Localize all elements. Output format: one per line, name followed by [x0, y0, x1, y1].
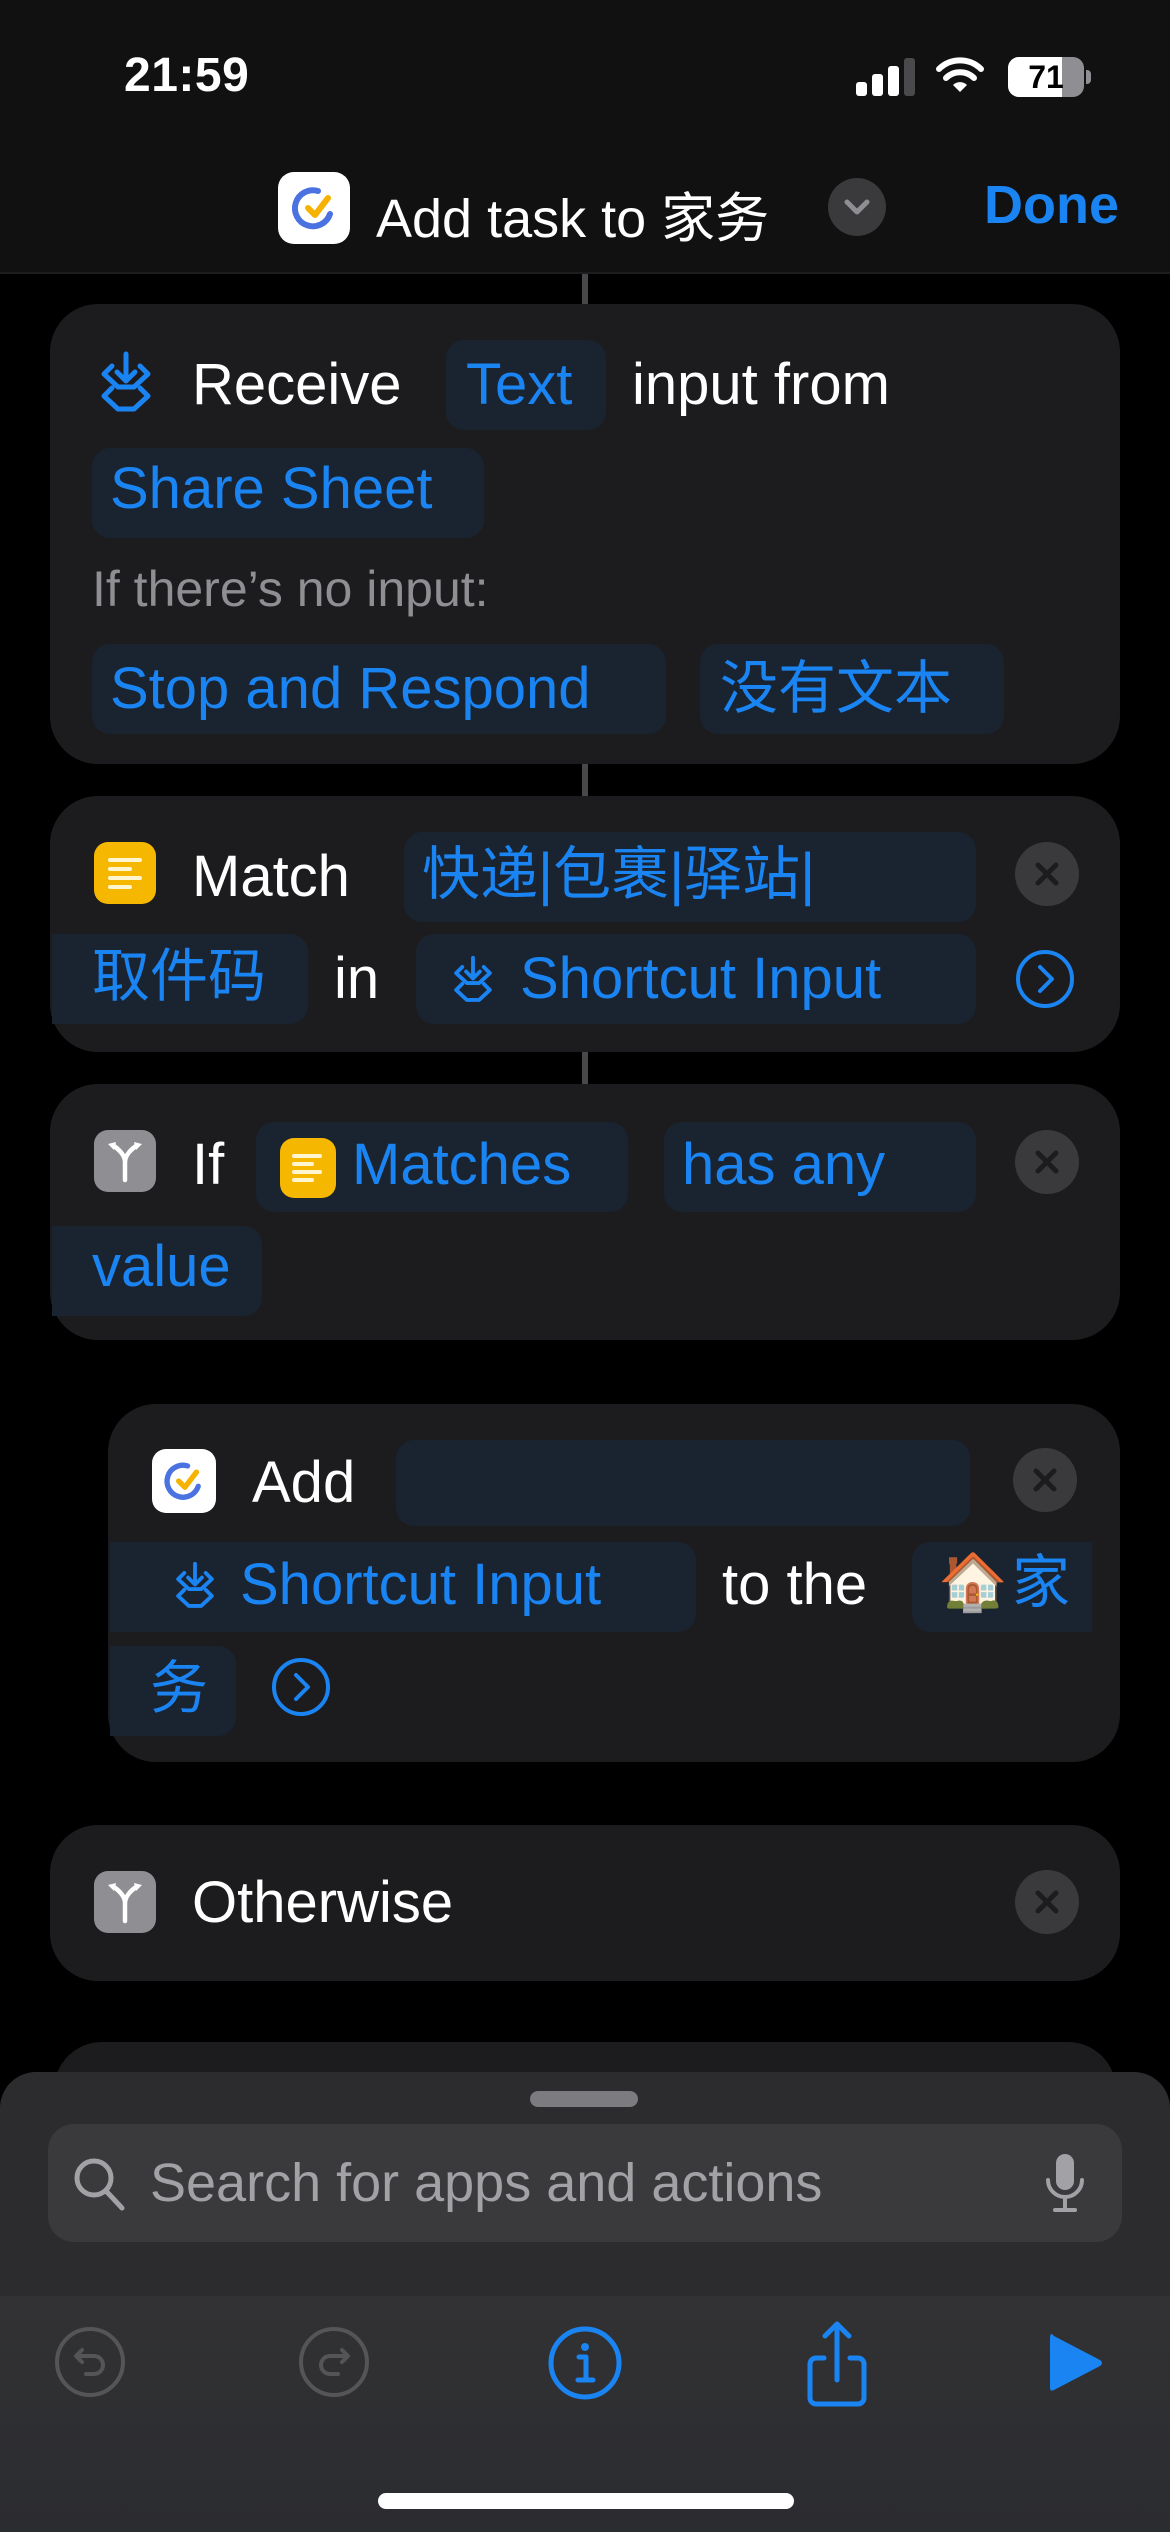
- ticktick-check-icon: [292, 187, 333, 230]
- in-label: in: [334, 946, 380, 1011]
- input-source-text: Share Sheet: [110, 456, 433, 521]
- home-indicator: [378, 2493, 794, 2509]
- ticktick-check-icon: [164, 1462, 201, 1500]
- if-condition-text-line1: has any: [682, 1132, 886, 1197]
- title-menu-button[interactable]: [828, 178, 886, 236]
- task-title-token[interactable]: [396, 1440, 970, 1526]
- if-condition-text-line2: value: [92, 1234, 231, 1299]
- to-the-label: to the: [722, 1552, 868, 1617]
- text-icon: [280, 1138, 336, 1198]
- search-icon: [74, 2158, 125, 2211]
- if-label: If: [192, 1132, 225, 1197]
- shortcut-input-icon: [176, 1561, 214, 1608]
- response-text: 没有文本: [720, 656, 953, 721]
- battery-nub: [1086, 70, 1091, 84]
- no-input-action-text: Stop and Respond: [110, 656, 591, 721]
- share-icon[interactable]: [800, 2318, 874, 2410]
- match-input-text: Shortcut Input: [520, 946, 882, 1011]
- shortcut-title[interactable]: Add task to 家务: [376, 174, 769, 253]
- done-button[interactable]: Done: [984, 174, 1119, 236]
- sheet-grabber[interactable]: [530, 2091, 638, 2107]
- task-list-text-line1: 家: [1012, 1550, 1071, 1615]
- match-label: Match: [192, 844, 350, 909]
- close-icon: [1035, 1890, 1059, 1914]
- text-icon: [94, 842, 156, 904]
- wifi-icon: [936, 57, 984, 92]
- microphone-icon[interactable]: [1042, 2152, 1088, 2216]
- input-from-label: input from: [632, 352, 890, 417]
- redo-icon[interactable]: [296, 2324, 372, 2400]
- battery-percent: 71: [1028, 59, 1064, 95]
- connector-line: [582, 274, 588, 304]
- remove-action-button[interactable]: [1015, 842, 1079, 906]
- no-input-label: If there’s no input:: [92, 561, 489, 617]
- close-icon: [1033, 1468, 1057, 1492]
- play-icon[interactable]: [1046, 2330, 1106, 2396]
- match-pattern-text-line2: 取件码: [92, 944, 267, 1009]
- expand-chevron-icon[interactable]: [270, 1656, 332, 1718]
- cellular-signal-icon: [856, 58, 916, 96]
- input-type-text: Text: [466, 352, 573, 417]
- branch-icon: [94, 1871, 156, 1933]
- connector-line: [582, 764, 588, 796]
- branch-icon: [94, 1130, 156, 1192]
- info-icon[interactable]: [546, 2324, 624, 2402]
- shortcut-input-icon: [101, 351, 151, 412]
- expand-chevron-icon[interactable]: [1014, 948, 1076, 1010]
- status-time: 21:59: [124, 49, 250, 102]
- undo-icon[interactable]: [52, 2324, 128, 2400]
- task-list-text-line2: 务: [150, 1656, 209, 1721]
- shortcut-input-icon: [454, 955, 492, 1002]
- remove-action-button[interactable]: [1015, 1870, 1079, 1934]
- otherwise-label: Otherwise: [192, 1870, 454, 1935]
- add-label: Add: [252, 1450, 356, 1515]
- receive-label: Receive: [192, 352, 402, 417]
- search-placeholder[interactable]: Search for apps and actions: [150, 2152, 822, 2214]
- battery-icon: 71: [1008, 57, 1084, 97]
- match-pattern-text-line1: 快递|包裹|驿站|: [422, 842, 816, 907]
- connector-line: [582, 1052, 588, 1084]
- house-emoji: 🏠: [938, 1550, 1008, 1613]
- chevron-down-icon: [844, 199, 870, 215]
- remove-action-button[interactable]: [1013, 1448, 1077, 1512]
- ticktick-app-icon: [152, 1449, 216, 1513]
- remove-action-button[interactable]: [1015, 1130, 1079, 1194]
- task-input-text: Shortcut Input: [240, 1552, 602, 1617]
- if-variable-text: Matches: [352, 1132, 572, 1197]
- close-icon: [1035, 1150, 1059, 1174]
- ticktick-app-icon: [278, 172, 350, 244]
- close-icon: [1035, 862, 1059, 886]
